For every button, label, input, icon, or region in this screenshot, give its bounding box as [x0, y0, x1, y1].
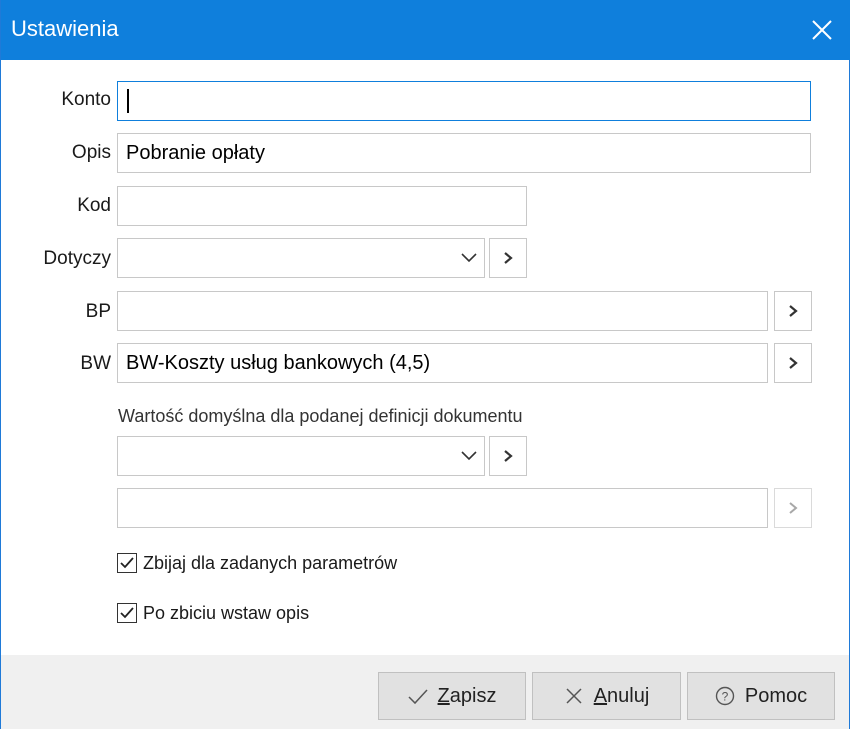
chevron-down-icon — [454, 239, 484, 277]
chevron-right-icon — [789, 305, 798, 317]
opis-input[interactable]: Pobranie opłaty — [117, 133, 811, 173]
help-label: Pomoc — [744, 684, 808, 707]
dotyczy-expand-button[interactable] — [489, 238, 527, 278]
bp-input[interactable] — [117, 291, 768, 331]
chevron-right-icon — [504, 450, 513, 462]
help-button[interactable]: ? Pomoc — [687, 672, 835, 720]
title-bar: Ustawienia — [1, 0, 850, 60]
chevron-right-icon — [504, 252, 513, 264]
bw-select-button[interactable] — [774, 343, 812, 383]
po-zbiciu-checkbox[interactable] — [117, 603, 137, 623]
document-definition-expand-button[interactable] — [489, 436, 527, 476]
bp-select-button[interactable] — [774, 291, 812, 331]
bw-input[interactable]: BW-Koszty usług bankowych (4,5) — [117, 343, 768, 383]
opis-label: Opis — [71, 142, 111, 163]
svg-text:?: ? — [722, 690, 729, 704]
chevron-right-icon — [789, 502, 798, 514]
check-icon — [408, 686, 428, 706]
checkmark-icon — [120, 607, 134, 619]
po-zbiciu-option[interactable]: Po zbiciu wstaw opis — [117, 600, 309, 626]
default-value-select-button[interactable] — [774, 488, 812, 528]
close-icon — [812, 20, 832, 40]
zbijaj-option[interactable]: Zbijaj dla zadanych parametrów — [117, 550, 397, 576]
kod-label: Kod — [77, 195, 111, 216]
kod-input[interactable] — [117, 186, 527, 226]
konto-label: Konto — [61, 89, 111, 110]
dotyczy-label: Dotyczy — [43, 248, 111, 269]
zbijaj-checkbox[interactable] — [117, 553, 137, 573]
konto-input[interactable] — [117, 81, 811, 121]
cancel-button[interactable]: Anuluj — [532, 672, 681, 720]
x-icon — [564, 686, 584, 706]
opis-value: Pobranie opłaty — [126, 142, 265, 164]
default-value-input[interactable] — [117, 488, 768, 528]
document-definition-combo[interactable] — [117, 436, 485, 476]
bw-label: BW — [80, 353, 111, 374]
help-circle-icon: ? — [715, 686, 735, 706]
bw-value: BW-Koszty usług bankowych (4,5) — [126, 352, 431, 374]
checkmark-icon — [120, 557, 134, 569]
save-button[interactable]: Zapisz — [378, 672, 526, 720]
dotyczy-combo[interactable] — [117, 238, 485, 278]
close-button[interactable] — [793, 0, 850, 60]
po-zbiciu-label: Po zbiciu wstaw opis — [143, 602, 310, 623]
default-value-hint: Wartość domyślna dla podanej definicji d… — [118, 406, 523, 426]
cancel-label: Anuluj — [593, 684, 650, 707]
window-title: Ustawienia — [11, 16, 119, 41]
zbijaj-label: Zbijaj dla zadanych parametrów — [143, 552, 398, 573]
bp-label: BP — [85, 301, 111, 322]
chevron-down-icon — [454, 437, 484, 475]
chevron-right-icon — [789, 357, 798, 369]
save-label: Zapisz — [437, 684, 497, 707]
settings-dialog: Ustawienia Konto Opis Pobranie opłaty Ko… — [0, 0, 850, 729]
text-caret — [127, 89, 129, 113]
